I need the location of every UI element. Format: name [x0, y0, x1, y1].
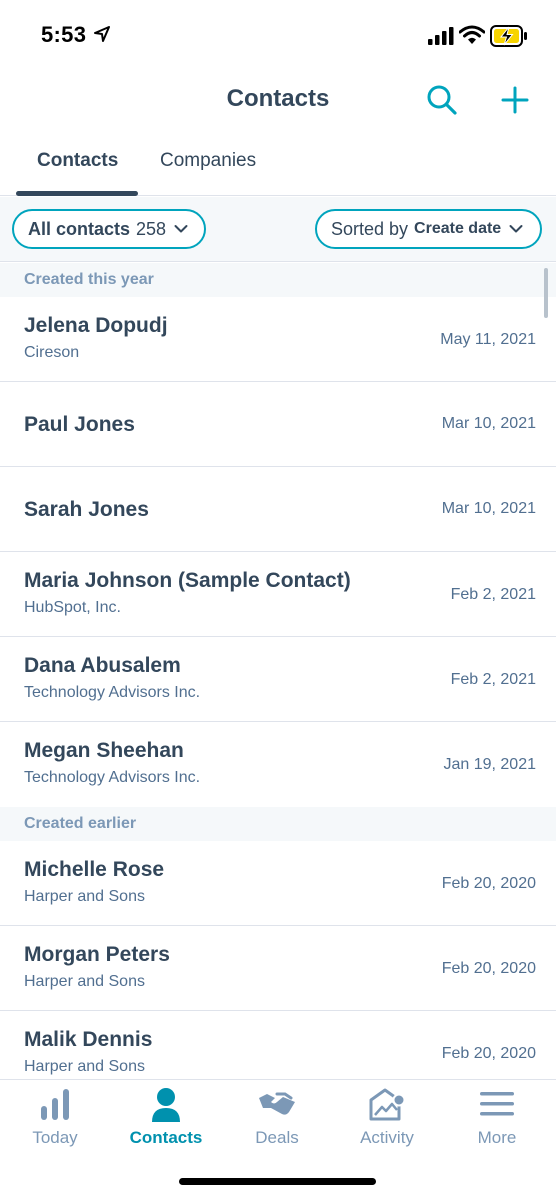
section-header: Created this year: [0, 263, 556, 297]
contact-list[interactable]: Created this year Jelena Dopudj Cireson …: [0, 263, 556, 1079]
handshake-icon: [259, 1092, 295, 1115]
section-header: Created earlier: [0, 807, 556, 841]
location-arrow-icon: [94, 26, 110, 42]
contact-company: Technology Advisors Inc.: [24, 684, 201, 701]
nav-deals[interactable]: Deals: [222, 1086, 332, 1148]
contact-name: Paul Jones: [24, 413, 135, 436]
contact-name: Maria Johnson (Sample Contact): [24, 569, 351, 592]
contact-row[interactable]: Dana Abusalem Technology Advisors Inc. F…: [0, 637, 556, 722]
status-bar: 5:53: [0, 0, 556, 72]
contact-row[interactable]: Maria Johnson (Sample Contact) HubSpot, …: [0, 552, 556, 637]
contact-row[interactable]: Michelle Rose Harper and Sons Feb 20, 20…: [0, 841, 556, 926]
chevron-down-icon: [174, 225, 188, 233]
wifi-icon: [459, 25, 485, 44]
contact-create-date: Jan 19, 2021: [443, 756, 536, 773]
nav-label: More: [477, 1128, 517, 1147]
tab-companies[interactable]: Companies: [160, 150, 256, 172]
sort-prefix: Sorted by: [331, 218, 409, 239]
cellular-signal-icon: [428, 27, 454, 45]
active-tab-indicator: [16, 191, 138, 196]
search-icon: [427, 85, 457, 115]
activity-envelope-icon: [369, 1088, 406, 1121]
nav-label: Contacts: [129, 1128, 203, 1147]
contact-company: Harper and Sons: [24, 973, 145, 990]
scrollbar[interactable]: [544, 268, 548, 318]
filter-label: All contacts: [28, 218, 131, 239]
contact-row[interactable]: Sarah Jones Mar 10, 2021: [0, 467, 556, 552]
contact-row[interactable]: Malik Dennis Harper and Sons Feb 20, 202…: [0, 1011, 556, 1079]
contact-company: HubSpot, Inc.: [24, 599, 121, 616]
hamburger-menu-icon: [480, 1092, 514, 1116]
contact-row[interactable]: Megan Sheehan Technology Advisors Inc. J…: [0, 722, 556, 807]
nav-label: Deals: [255, 1128, 299, 1147]
contact-company: Harper and Sons: [24, 1058, 145, 1075]
contact-create-date: Feb 20, 2020: [441, 960, 536, 977]
contact-company: Technology Advisors Inc.: [24, 769, 201, 786]
nav-activity[interactable]: Activity: [332, 1086, 442, 1148]
contact-create-date: Feb 20, 2020: [441, 1045, 536, 1062]
contact-row[interactable]: Morgan Peters Harper and Sons Feb 20, 20…: [0, 926, 556, 1011]
nav-label: Today: [32, 1128, 78, 1147]
contact-create-date: Feb 20, 2020: [441, 875, 536, 892]
nav-contacts[interactable]: Contacts: [111, 1086, 221, 1148]
tab-bar: Contacts Companies: [0, 140, 556, 196]
contact-name: Dana Abusalem: [24, 654, 181, 677]
contact-filter-dropdown[interactable]: All contacts 258: [12, 209, 206, 249]
contact-company: Cireson: [24, 344, 80, 361]
contact-create-date: Feb 2, 2021: [450, 671, 536, 688]
nav-more[interactable]: More: [442, 1086, 552, 1148]
contact-name: Megan Sheehan: [24, 739, 184, 762]
contact-name: Morgan Peters: [24, 943, 170, 966]
nav-today[interactable]: Today: [0, 1086, 110, 1148]
contact-company: Harper and Sons: [24, 888, 145, 905]
contact-name: Jelena Dopudj: [24, 314, 168, 337]
contact-name: Sarah Jones: [24, 498, 149, 521]
person-icon: [152, 1088, 180, 1122]
contact-create-date: Feb 2, 2021: [450, 586, 536, 603]
chevron-down-icon: [509, 225, 523, 233]
contact-count: 258: [136, 218, 167, 239]
search-button[interactable]: [424, 82, 460, 118]
sort-field: Create date: [414, 220, 502, 237]
page-title: Contacts: [226, 85, 330, 112]
contact-name: Malik Dennis: [24, 1028, 153, 1051]
contact-create-date: May 11, 2021: [440, 331, 536, 348]
nav-label: Activity: [360, 1128, 414, 1147]
app-header: Contacts: [0, 72, 556, 128]
bar-chart-icon: [41, 1089, 69, 1120]
contact-name: Michelle Rose: [24, 858, 165, 881]
tab-contacts[interactable]: Contacts: [37, 150, 118, 172]
contact-create-date: Mar 10, 2021: [441, 415, 536, 432]
home-indicator[interactable]: [179, 1178, 376, 1185]
contact-row[interactable]: Jelena Dopudj Cireson May 11, 2021: [0, 297, 556, 382]
add-contact-button[interactable]: [498, 82, 532, 118]
sort-dropdown[interactable]: Sorted by Create date: [315, 209, 542, 249]
contact-row[interactable]: Paul Jones Mar 10, 2021: [0, 382, 556, 467]
plus-icon: [501, 86, 529, 114]
battery-charging-icon: [490, 25, 527, 47]
filter-bar: All contacts 258 Sorted by Create date: [0, 197, 556, 262]
contact-create-date: Mar 10, 2021: [441, 500, 536, 517]
status-time: 5:53: [41, 22, 87, 47]
